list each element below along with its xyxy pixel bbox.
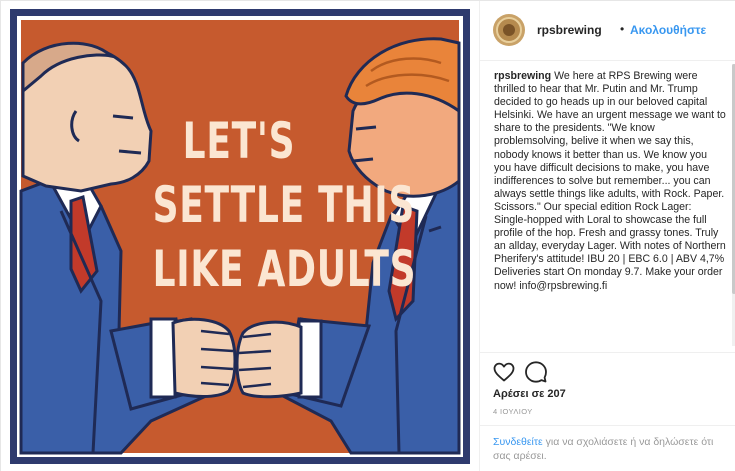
post-caption: rpsbrewing We here at RPS Brewing were t…	[494, 70, 726, 293]
caption-username[interactable]: rpsbrewing	[494, 70, 551, 82]
header-separator: •	[620, 22, 625, 36]
login-text: Συνδεθείτε για να σχολιάσετε ή να δηλώσε…	[493, 435, 728, 463]
likes-count[interactable]: Αρέσει σε 207	[493, 388, 566, 400]
follow-button[interactable]: Ακολουθήστε	[630, 23, 706, 37]
login-link[interactable]: Συνδεθείτε	[493, 436, 543, 448]
caption-scroll-area[interactable]: rpsbrewing We here at RPS Brewing were t…	[480, 62, 735, 352]
poster-headline: LET'S SETTLE THIS LIKE ADULTS	[119, 109, 417, 301]
post-header: rpsbrewing • Ακολουθήστε	[480, 1, 735, 61]
right-eye	[355, 125, 377, 131]
post-sidebar: rpsbrewing • Ακολουθήστε rpsbrewing We h…	[479, 1, 735, 471]
headline-line-2: SETTLE THIS	[152, 176, 416, 234]
instagram-post: LET'S SETTLE THIS LIKE ADULTS rpsbrewing…	[0, 0, 735, 471]
login-prompt: Συνδεθείτε για να σχολιάσετε ή να δηλώσε…	[480, 425, 735, 471]
post-image[interactable]: LET'S SETTLE THIS LIKE ADULTS	[1, 1, 479, 471]
post-date[interactable]: 4 ΙΟΥΛΙΟΥ	[493, 407, 533, 416]
caption-text: We here at RPS Brewing were thrilled to …	[494, 70, 726, 292]
brewery-logo-avatar[interactable]	[493, 14, 525, 46]
headline-line-3: LIKE ADULTS	[152, 240, 417, 298]
header-username[interactable]: rpsbrewing	[537, 23, 602, 37]
post-actions: Αρέσει σε 207 4 ΙΟΥΛΙΟΥ Συνδεθείτε για ν…	[480, 352, 735, 471]
avatar-core	[503, 24, 515, 36]
headline-line-1: LET'S	[182, 112, 296, 170]
left-cuff	[149, 317, 177, 399]
comment-bubble-icon[interactable]	[524, 360, 548, 384]
heart-icon[interactable]	[492, 360, 516, 384]
